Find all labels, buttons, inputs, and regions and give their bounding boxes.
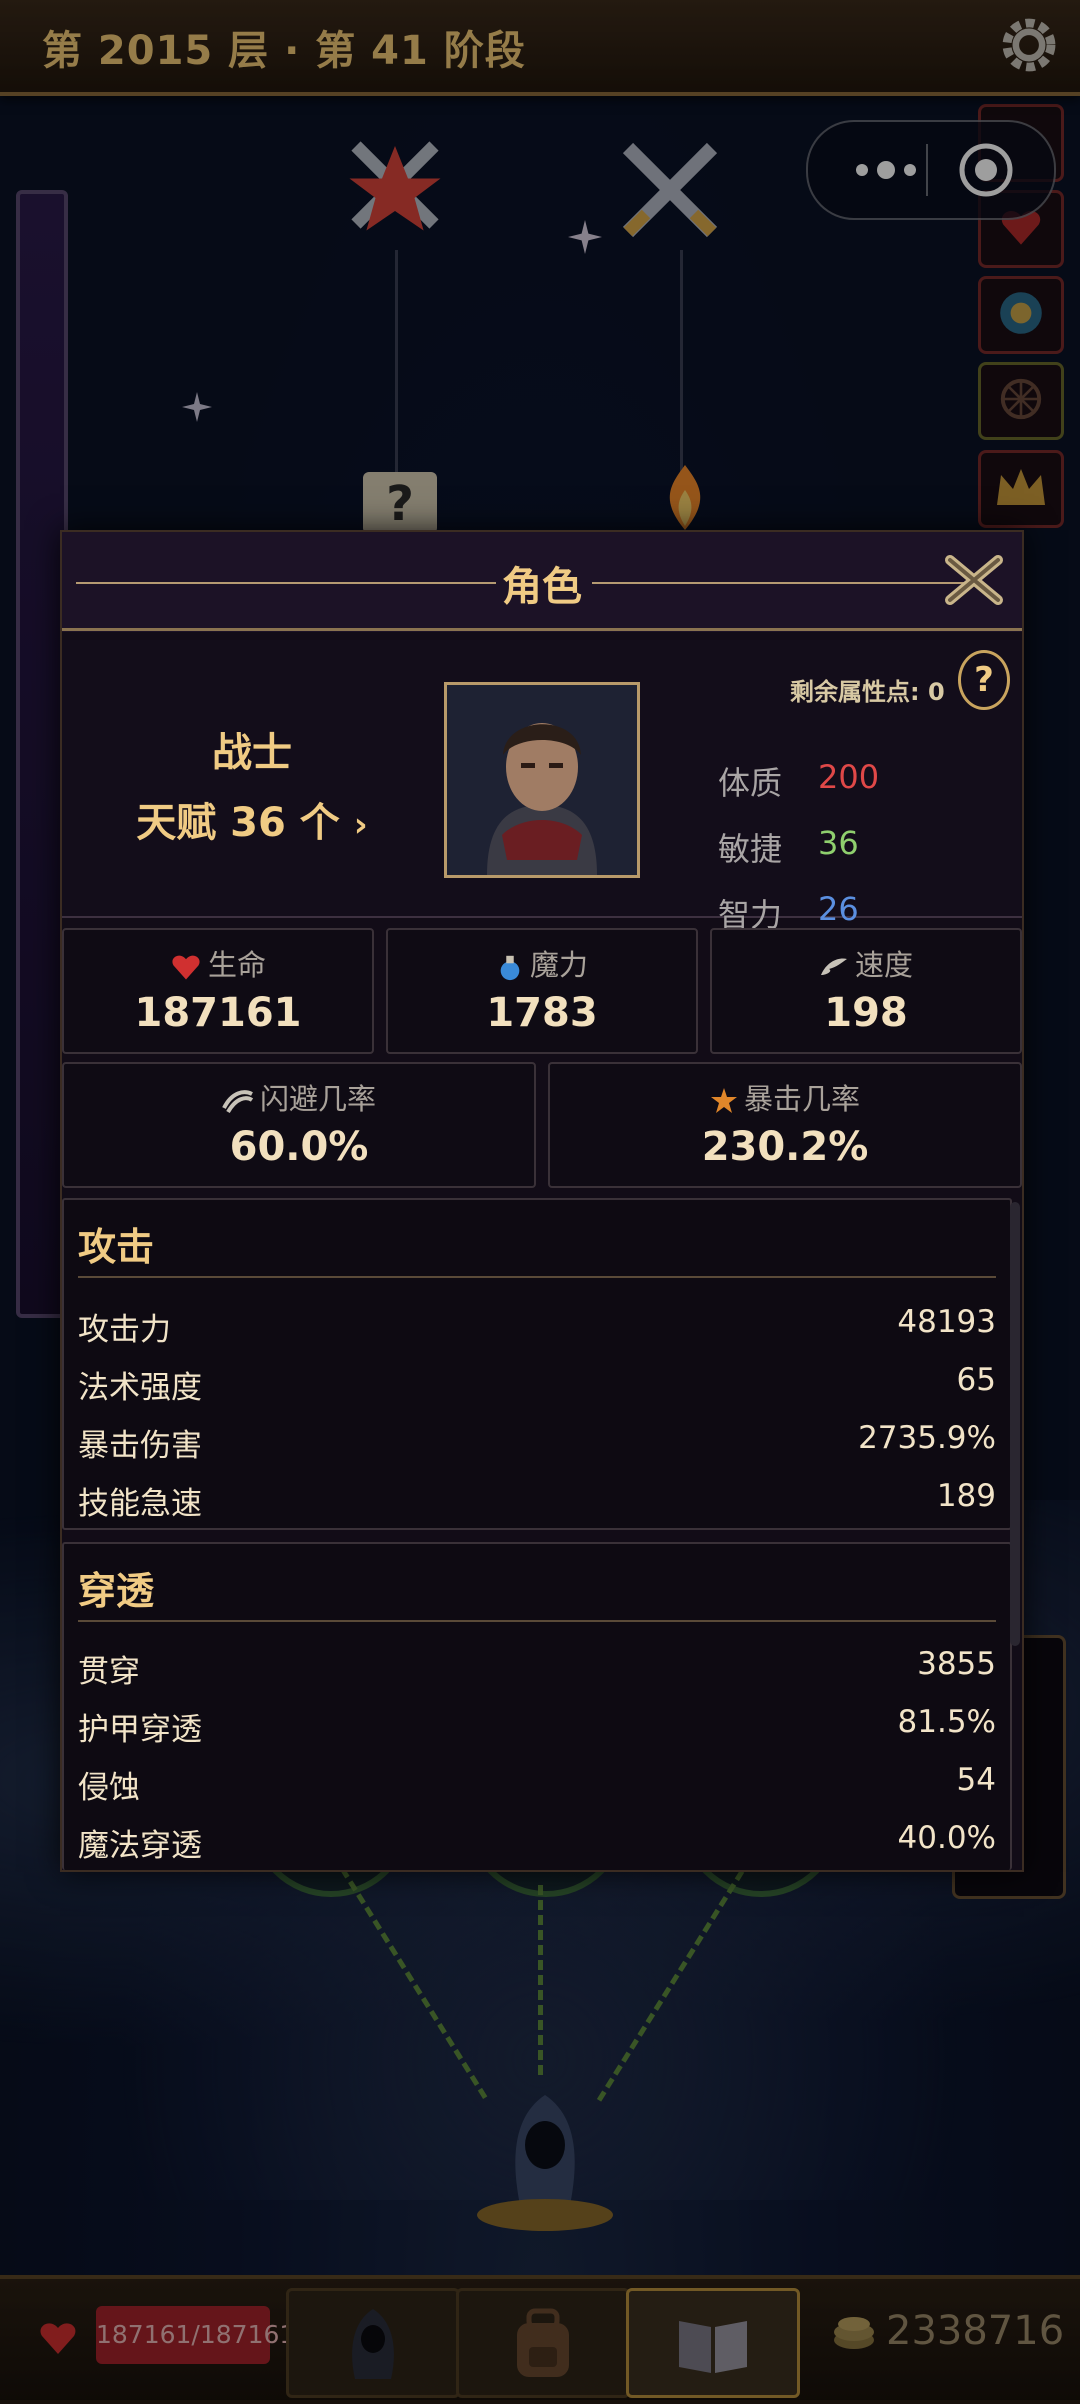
stat-dodge: 闪避几率 60.0% <box>62 1062 536 1188</box>
stat-row-attack: 攻击力 48193 <box>78 1304 996 1348</box>
stat-label: 魔力 <box>388 942 696 984</box>
character-modal: 角色 战士 天赋 36 个 › 剩余属性点: 0 ? 体质 200 敏捷 36 … <box>60 530 1024 1872</box>
stat-name: 护甲穿透 <box>78 1712 202 1748</box>
warrior-portrait-image <box>447 685 637 875</box>
help-button[interactable]: ? <box>958 650 1010 710</box>
wing-icon <box>820 958 847 975</box>
stat-row-magic-pen: 魔法穿透 40.0% <box>78 1820 996 1864</box>
attribute-constitution: 体质 200 <box>718 758 879 804</box>
header-divider <box>62 628 1022 631</box>
stat-name: 技能急速 <box>78 1486 202 1522</box>
stat-mana: 魔力 1783 <box>386 928 698 1054</box>
stat-name: 暴击伤害 <box>78 1428 202 1464</box>
stat-speed: 速度 198 <box>710 928 1022 1054</box>
stat-value: 187161 <box>134 990 302 1036</box>
talent-count: 天赋 36 个 <box>136 800 340 846</box>
stat-hp: 生命 187161 <box>62 928 374 1054</box>
attack-section: 攻击 攻击力 48193 法术强度 65 暴击伤害 2735.9% 技能急速 1… <box>62 1198 1012 1530</box>
stat-name: 贯穿 <box>78 1654 140 1690</box>
stat-number: 2735.9% <box>858 1420 996 1456</box>
stat-row-crit-damage: 暴击伤害 2735.9% <box>78 1420 996 1464</box>
stat-name: 魔法穿透 <box>78 1828 202 1864</box>
stat-row-spell-power: 法术强度 65 <box>78 1362 996 1406</box>
section-divider <box>78 1276 996 1278</box>
remaining-points-label: 剩余属性点: 0 <box>790 678 945 706</box>
stat-row-corrosion: 侵蚀 54 <box>78 1762 996 1806</box>
chevron-right-icon: › <box>353 805 368 845</box>
stat-number: 40.0% <box>897 1820 996 1856</box>
stat-label: 闪避几率 <box>64 1076 534 1118</box>
stat-number: 48193 <box>897 1304 996 1340</box>
stat-name: 攻击力 <box>78 1312 171 1348</box>
stat-row-pierce: 贯穿 3855 <box>78 1646 996 1690</box>
stat-number: 3855 <box>917 1646 996 1682</box>
stat-number: 65 <box>956 1362 996 1398</box>
section-title: 穿透 <box>78 1569 155 1613</box>
heart-icon <box>172 955 200 980</box>
section-title: 攻击 <box>78 1225 155 1269</box>
crit-icon <box>710 1088 737 1113</box>
close-icon[interactable] <box>942 552 1006 608</box>
attribute-value: 200 <box>818 758 880 796</box>
stat-value: 1783 <box>486 990 598 1036</box>
stat-row-skill-haste: 技能急速 189 <box>78 1478 996 1522</box>
attribute-agility: 敏捷 36 <box>718 824 859 870</box>
stat-value: 60.0% <box>229 1124 369 1170</box>
stat-label: 生命 <box>64 942 372 984</box>
stat-number: 81.5% <box>897 1704 996 1740</box>
stat-crit-chance: 暴击几率 230.2% <box>548 1062 1022 1188</box>
modal-title: 角色 <box>502 564 582 610</box>
potion-icon <box>500 955 520 981</box>
attribute-label: 体质 <box>718 764 783 802</box>
section-divider <box>78 1620 996 1622</box>
profile-section: 战士 天赋 36 个 › 剩余属性点: 0 ? 体质 200 敏捷 36 智力 … <box>62 640 1022 934</box>
stat-value: 230.2% <box>701 1124 869 1170</box>
talent-link[interactable]: 天赋 36 个 › <box>62 790 442 848</box>
stat-number: 189 <box>936 1478 996 1514</box>
penetration-section: 穿透 贯穿 3855 护甲穿透 81.5% 侵蚀 54 魔法穿透 40.0% <box>62 1542 1012 1870</box>
modal-header: 角色 <box>62 532 1022 632</box>
stat-value: 198 <box>824 990 908 1036</box>
stat-name: 法术强度 <box>78 1370 202 1406</box>
stat-row-armor-pen: 护甲穿透 81.5% <box>78 1704 996 1748</box>
attribute-value: 36 <box>818 824 859 862</box>
class-name: 战士 <box>212 730 292 776</box>
stat-number: 54 <box>956 1762 996 1798</box>
dodge-icon <box>222 1090 254 1114</box>
stat-name: 侵蚀 <box>78 1770 140 1806</box>
stat-label: 速度 <box>712 942 1020 984</box>
attribute-label: 敏捷 <box>718 830 783 868</box>
stat-label: 暴击几率 <box>550 1076 1020 1118</box>
warrior-portrait <box>444 682 640 878</box>
attribute-value: 26 <box>818 890 859 928</box>
scrollbar[interactable] <box>1010 1202 1020 1646</box>
